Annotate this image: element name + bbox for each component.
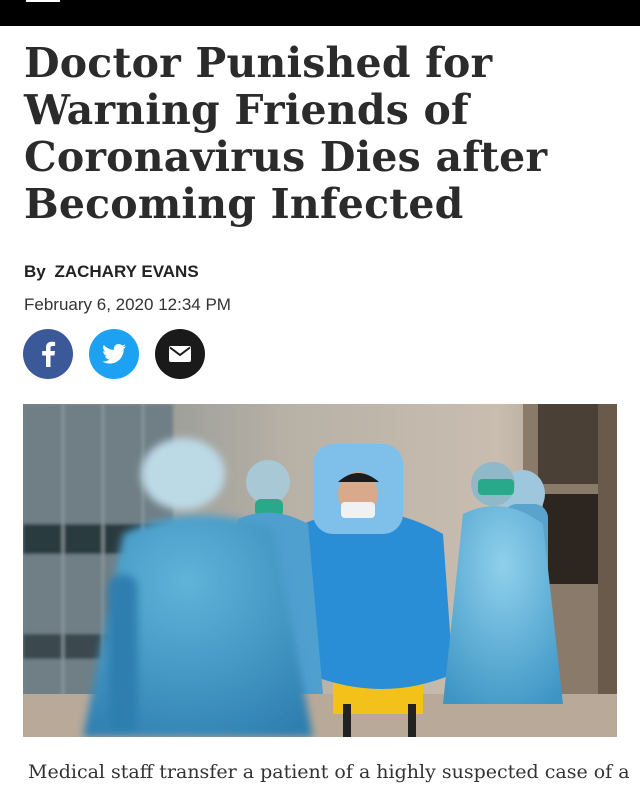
medical-staff-photo [23,404,617,737]
byline: By ZACHARY EVANS [24,262,199,282]
photo-caption: Medical staff transfer a patient of a hi… [28,761,630,783]
email-share-button[interactable] [155,329,205,379]
article-headline: Doctor Punished for Warning Friends of C… [24,39,548,228]
email-icon [169,346,191,362]
author-link[interactable]: ZACHARY EVANS [54,262,198,281]
twitter-icon [102,344,126,364]
publish-date: February 6, 2020 12:34 PM [24,295,231,314]
top-nav-bar [0,0,640,26]
article-photo [23,404,617,737]
twitter-share-button[interactable] [89,329,139,379]
facebook-icon [42,341,56,367]
byline-prefix: By [24,262,46,281]
menu-icon[interactable] [26,0,60,6]
facebook-share-button[interactable] [23,329,73,379]
